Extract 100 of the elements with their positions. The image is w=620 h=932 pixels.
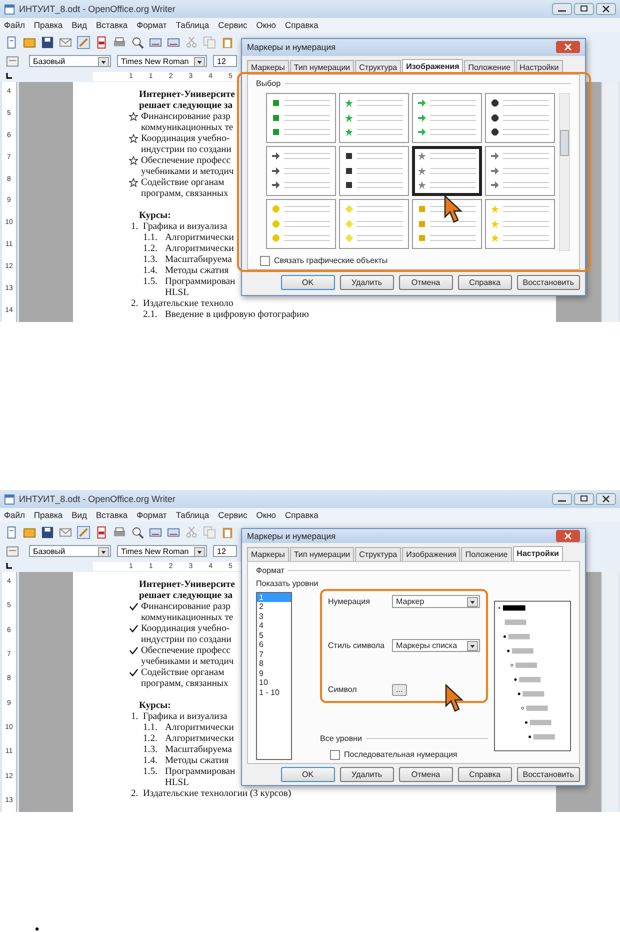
close-icon[interactable] — [596, 3, 616, 15]
list-number: 1.1. — [142, 722, 158, 733]
checkbox-label: Последовательная нумерация — [344, 750, 458, 760]
magnifier-icon[interactable] — [131, 526, 144, 538]
scrollbar[interactable] — [559, 92, 570, 251]
dialog-button[interactable]: Удалить — [340, 274, 394, 290]
tab[interactable]: Тип нумерации — [290, 546, 354, 561]
bullet-style-option[interactable] — [412, 198, 482, 249]
symbol-button[interactable]: ... — [392, 684, 407, 696]
list-box[interactable]: 1 2 3 4 5 6 7 8 9 10 1 - 10 — [256, 592, 292, 760]
pencil-icon[interactable] — [77, 526, 90, 538]
scrollbar[interactable] — [601, 82, 618, 322]
paragraph-style-box[interactable]: Базовый — [29, 545, 111, 557]
menu-item[interactable]: Сервис — [218, 20, 248, 30]
dialog-button[interactable]: Отмена — [398, 766, 453, 782]
minimize-icon[interactable] — [552, 3, 572, 15]
tab[interactable]: Тип нумерации — [290, 60, 354, 74]
menu-item[interactable]: Справка — [285, 510, 318, 520]
list-item[interactable]: 1 - 10 — [257, 688, 291, 698]
list-item[interactable]: 3 — [257, 612, 291, 622]
tab[interactable]: Положение — [464, 60, 515, 74]
menu-item[interactable]: Вставка — [96, 510, 128, 520]
group-label: Формат — [256, 566, 284, 576]
list-bullet: • — [35, 922, 40, 932]
list-item[interactable]: 7 — [257, 650, 291, 660]
dialog-button[interactable]: Справка — [458, 274, 512, 290]
tab[interactable]: Структура — [355, 546, 402, 561]
menu-item[interactable]: Формат — [136, 20, 167, 30]
list-item[interactable]: 6 — [257, 640, 291, 650]
dialog-button[interactable]: Восстановить — [516, 766, 580, 782]
dialog-button[interactable]: Удалить — [340, 766, 394, 782]
field-label: Нумерация — [328, 597, 371, 606]
dropdown[interactable]: Маркеры списка — [392, 639, 480, 652]
envelope-icon[interactable] — [59, 36, 72, 48]
magnifier-icon[interactable] — [131, 36, 144, 48]
tab[interactable]: Изображения — [402, 58, 464, 74]
folder-icon[interactable] — [23, 526, 36, 538]
checkbox[interactable] — [260, 256, 270, 266]
list-number: 1.4. — [142, 755, 158, 766]
close-icon[interactable] — [596, 493, 616, 505]
pencil-icon[interactable] — [77, 36, 90, 48]
tab[interactable]: Положение — [461, 546, 512, 561]
dialog-button[interactable]: Отмена — [398, 274, 453, 290]
menu-item[interactable]: Вид — [72, 510, 88, 520]
menu-item[interactable]: Файл — [4, 20, 25, 30]
envelope-icon[interactable] — [59, 526, 72, 538]
tab[interactable]: Настройки — [512, 546, 563, 561]
bullet-style-option[interactable] — [339, 146, 409, 196]
tab[interactable]: Настройки — [516, 60, 563, 74]
list-item-text: HLSL — [164, 287, 189, 298]
dialog-button[interactable]: OK — [280, 274, 335, 290]
dialog-button[interactable]: OK — [280, 766, 335, 782]
checkbox[interactable] — [330, 750, 340, 760]
dialog-button[interactable]: Восстановить — [516, 274, 580, 290]
font-name-box[interactable]: Times New Roman — [117, 55, 207, 67]
document-icon[interactable] — [5, 36, 18, 48]
tab[interactable]: Структура — [355, 60, 402, 74]
tab-stop-icon[interactable] — [5, 72, 13, 80]
folder-icon[interactable] — [23, 36, 36, 48]
tab[interactable]: Маркеры — [247, 546, 289, 561]
list-item[interactable]: 4 — [257, 621, 291, 631]
printer-icon[interactable] — [113, 526, 126, 538]
menu-item[interactable]: Правка — [34, 510, 63, 520]
paragraph-style-box[interactable]: Базовый — [29, 55, 111, 67]
menu-item[interactable]: Справка — [285, 20, 318, 30]
font-size-box[interactable]: 12 — [213, 545, 237, 557]
scrollbar[interactable] — [601, 572, 618, 812]
tab[interactable]: Изображения — [402, 546, 460, 561]
list-item[interactable]: 9 — [257, 668, 291, 678]
list-item-text: Издательские техноло — [143, 298, 234, 309]
menu-item[interactable]: Сервис — [218, 510, 248, 520]
clipboard-icon[interactable] — [221, 36, 234, 48]
document-icon[interactable] — [5, 526, 18, 538]
menu-item[interactable]: Вставка — [96, 20, 128, 30]
dropdown[interactable]: Маркер — [392, 595, 480, 608]
menu-item[interactable]: Окно — [256, 20, 276, 30]
list-item[interactable]: 2 — [257, 602, 291, 612]
restore-icon[interactable] — [574, 493, 594, 505]
menu-item[interactable]: Таблица — [176, 20, 210, 30]
menu-item[interactable]: Таблица — [176, 510, 210, 520]
list-number: 1. — [130, 711, 140, 722]
bullet-style-option[interactable] — [485, 92, 555, 143]
list-item[interactable]: 5 — [257, 630, 291, 640]
menu-item[interactable]: Окно — [256, 510, 276, 520]
minimize-icon[interactable] — [552, 493, 572, 505]
menu-item[interactable]: Правка — [34, 20, 63, 30]
menu-item[interactable]: Вид — [72, 20, 88, 30]
dialog-button[interactable]: Справка — [458, 766, 512, 782]
font-size-box[interactable]: 12 — [213, 55, 237, 67]
font-name-box[interactable]: Times New Roman — [117, 545, 207, 557]
menu-item[interactable]: Файл — [4, 510, 25, 520]
tab[interactable]: Маркеры — [247, 60, 289, 74]
clipboard-icon[interactable] — [221, 526, 234, 538]
list-item[interactable]: 10 — [257, 678, 291, 688]
menu-item[interactable]: Формат — [136, 510, 167, 520]
tab-stop-icon[interactable] — [5, 562, 13, 570]
printer-icon[interactable] — [113, 36, 126, 48]
list-item[interactable]: 8 — [257, 659, 291, 669]
bullet-style-option[interactable] — [412, 146, 482, 196]
restore-icon[interactable] — [574, 3, 594, 15]
